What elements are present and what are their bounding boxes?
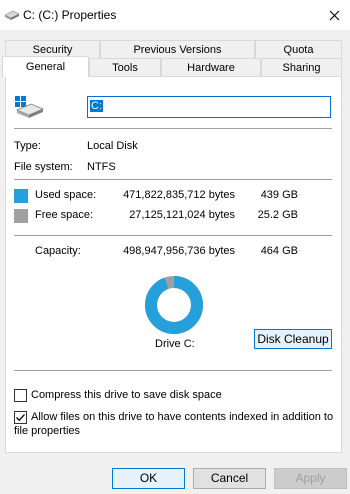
cancel-button[interactable]: Cancel — [193, 468, 266, 489]
tab-previous-versions[interactable]: Previous Versions — [100, 40, 255, 59]
close-button[interactable] — [322, 4, 346, 26]
drive-name-field[interactable]: C: — [87, 96, 331, 118]
tab-hardware[interactable]: Hardware — [161, 58, 261, 77]
free-space-swatch — [14, 209, 28, 223]
disk-usage-donut — [145, 276, 203, 334]
index-label-cont: file properties — [14, 425, 81, 437]
free-space-bytes: 27,125,121,024 bytes — [129, 209, 235, 221]
tab-tools[interactable]: Tools — [89, 58, 161, 77]
divider — [14, 128, 332, 129]
free-space-gb: 25.2 GB — [257, 209, 298, 221]
tab-quota[interactable]: Quota — [255, 40, 342, 59]
close-icon — [329, 10, 339, 20]
index-label: Allow files on this drive to have conten… — [31, 411, 334, 423]
used-space-label: Used space: — [35, 189, 97, 201]
free-space-label: Free space: — [35, 209, 94, 221]
used-space-gb: 439 GB — [260, 189, 298, 201]
divider — [14, 370, 332, 371]
capacity-label: Capacity: — [35, 245, 81, 257]
divider — [14, 235, 332, 236]
drive-label: Drive C: — [155, 338, 195, 350]
tab-general[interactable]: General — [2, 56, 89, 77]
used-space-bytes: 471,822,835,712 bytes — [123, 189, 235, 201]
capacity-bytes: 498,947,956,736 bytes — [123, 245, 235, 257]
index-checkbox[interactable] — [14, 411, 27, 424]
drive-name-text: C: — [90, 100, 103, 112]
compress-label: Compress this drive to save disk space — [31, 389, 222, 401]
used-space-swatch — [14, 189, 28, 203]
file-system-label: File system: — [14, 161, 73, 173]
capacity-gb: 464 GB — [260, 245, 298, 257]
hard-drive-icon — [15, 96, 44, 118]
used-space-ring — [145, 276, 203, 334]
disk-cleanup-button[interactable]: Disk Cleanup — [254, 329, 332, 349]
ok-button[interactable]: OK — [112, 468, 185, 489]
tab-sharing[interactable]: Sharing — [261, 58, 342, 77]
compress-checkbox[interactable] — [14, 389, 27, 402]
drive-icon — [4, 10, 20, 20]
window-title: C: (C:) Properties — [23, 8, 117, 22]
apply-button[interactable]: Apply — [274, 468, 347, 489]
type-label: Type: — [14, 140, 41, 152]
divider — [14, 179, 332, 180]
checkmark-icon — [16, 414, 25, 422]
file-system-value: NTFS — [87, 161, 116, 173]
type-value: Local Disk — [87, 140, 138, 152]
